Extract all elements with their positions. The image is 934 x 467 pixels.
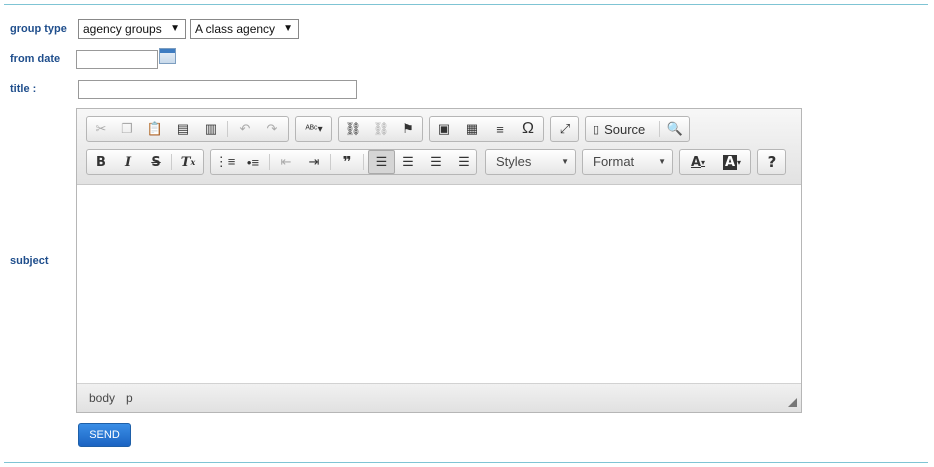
align-center-icon[interactable]: ☰ [397,152,419,172]
group-type-select[interactable]: agency groups ▼ [78,19,186,39]
unlink-icon[interactable]: ⛓ [370,119,392,139]
help-icon[interactable]: ? [761,152,783,172]
send-button[interactable]: SEND [78,423,131,447]
toolbar-separator [659,121,660,137]
source-label: Source [604,121,646,137]
dropdown-arrow-icon: ▼ [561,157,569,166]
styles-label: Styles [496,154,532,169]
maximize-icon[interactable]: ⤢ [554,119,576,139]
paste-icon[interactable]: 📋 [144,119,166,139]
insert-group: ▣ ▦ ≡ Ω [429,116,544,142]
cut-icon[interactable]: ✂ [90,119,112,139]
bold-icon[interactable]: B [90,152,112,172]
about-group: ? [757,149,786,175]
undo-icon[interactable]: ↶ [234,119,256,139]
paragraph-group: ⋮≡ •≡ ⇤ ⇥ ❞ ☰ ☰ ☰ ☰ [210,149,477,175]
toolbar-separator [227,121,228,137]
toolbar-separator [330,154,331,170]
spellcheck-group: ᴬᴮᶜ▾ [295,116,332,142]
paste-word-icon[interactable]: ▥ [200,119,222,139]
calendar-icon[interactable] [159,48,176,64]
top-divider [4,4,928,5]
align-right-icon[interactable]: ☰ [425,152,447,172]
group-type-selected: agency groups [83,22,162,36]
image-icon[interactable]: ▣ [433,119,455,139]
agency-class-selected: A class agency [195,22,276,36]
toolbar-separator [269,154,270,170]
blockquote-icon[interactable]: ❞ [336,152,358,172]
paste-text-icon[interactable]: ▤ [172,119,194,139]
clipboard-group: ✂ ❐ 📋 ▤ ▥ ↶ ↷ [86,116,289,142]
justify-icon[interactable]: ☰ [453,152,475,172]
dropdown-arrow-icon: ▼ [658,157,666,166]
from-date-label: from date [10,53,61,65]
link-icon[interactable]: ⛓ [342,119,364,139]
text-color-icon[interactable]: A ▾ [683,152,713,172]
remove-format-icon[interactable]: Tx [177,152,199,172]
strike-icon[interactable]: S [145,152,167,172]
preview-icon[interactable]: 🔍 [664,119,686,139]
dropdown-arrow-icon: ▼ [170,23,180,34]
title-input[interactable] [78,80,357,99]
editor-toolbar: ✂ ❐ 📋 ▤ ▥ ↶ ↷ ᴬᴮᶜ▾ ⛓ ⛓ ⚑ ▣ ▦ ≡ Ω ⤢ ▯ Sou… [77,109,801,185]
source-icon[interactable]: ▯ Source [589,119,655,139]
colors-group: A ▾ A ▾ [679,149,751,175]
anchor-icon[interactable]: ⚑ [397,119,419,139]
subject-label: subject [10,255,49,267]
bulleted-list-icon[interactable]: •≡ [242,152,264,172]
redo-icon[interactable]: ↷ [261,119,283,139]
dropdown-arrow-icon: ▼ [283,23,293,34]
path-item-body[interactable]: body [89,391,115,405]
copy-icon[interactable]: ❐ [116,119,138,139]
outdent-icon[interactable]: ⇤ [275,152,297,172]
special-char-icon[interactable]: Ω [517,119,539,139]
title-label: title : [10,83,37,95]
styles-combo[interactable]: Styles ▼ [485,149,576,175]
resize-handle-icon[interactable] [788,398,797,407]
indent-icon[interactable]: ⇥ [303,152,325,172]
background-color-icon[interactable]: A ▾ [717,152,747,172]
bottom-divider [4,462,928,463]
rich-text-editor: ✂ ❐ 📋 ▤ ▥ ↶ ↷ ᴬᴮᶜ▾ ⛓ ⛓ ⚑ ▣ ▦ ≡ Ω ⤢ ▯ Sou… [76,108,802,413]
editor-content-area[interactable] [77,185,801,384]
editor-status-bar: body p [77,383,801,412]
links-group: ⛓ ⛓ ⚑ [338,116,423,142]
basicstyles-group: B I S Tx [86,149,204,175]
toolbar-separator [171,154,172,170]
italic-icon[interactable]: I [117,152,139,172]
path-item-p[interactable]: p [126,391,133,405]
source-doc-icon: ▯ [593,123,600,136]
format-combo[interactable]: Format ▼ [582,149,673,175]
group-type-label: group type [10,23,67,35]
tools-group: ⤢ [550,116,579,142]
agency-class-select[interactable]: A class agency ▼ [190,19,299,39]
document-group: ▯ Source 🔍 [585,116,690,142]
horizontal-rule-icon[interactable]: ≡ [489,119,511,139]
from-date-input[interactable] [76,50,158,69]
table-icon[interactable]: ▦ [461,119,483,139]
format-label: Format [593,154,635,169]
toolbar-separator [363,154,364,170]
align-left-icon[interactable]: ☰ [368,150,395,174]
spellcheck-icon[interactable]: ᴬᴮᶜ▾ [299,119,329,139]
numbered-list-icon[interactable]: ⋮≡ [214,152,236,172]
